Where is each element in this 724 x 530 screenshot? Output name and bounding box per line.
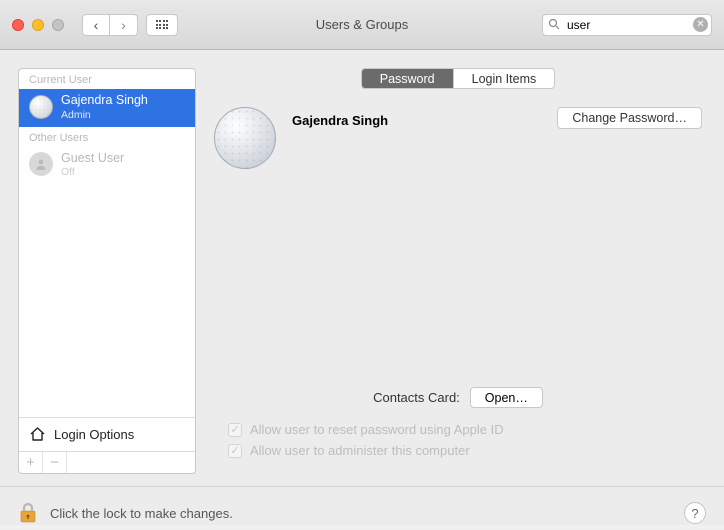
contacts-card-label: Contacts Card: [373, 390, 460, 405]
chevron-right-icon: › [121, 17, 126, 33]
preferences-window: ‹ › Users & Groups ✕ Current User [0, 0, 724, 525]
open-contacts-button[interactable]: Open… [470, 387, 543, 408]
user-name: Guest User [61, 151, 124, 167]
checkbox-allow-admin: ✓ [228, 444, 242, 458]
question-icon: ? [691, 506, 698, 521]
lower-options: Contacts Card: Open… ✓ Allow user to res… [210, 387, 706, 474]
home-icon [29, 426, 46, 443]
profile-name: Gajendra Singh [292, 107, 541, 128]
window-title: Users & Groups [316, 17, 408, 32]
user-role: Admin [61, 109, 148, 121]
tab-login-items[interactable]: Login Items [453, 69, 555, 88]
allow-reset-row: ✓ Allow user to reset password using App… [228, 422, 702, 437]
chevron-left-icon: ‹ [94, 17, 99, 33]
search-input[interactable] [542, 14, 712, 36]
user-sidebar: Current User Gajendra Singh Admin Other … [18, 68, 196, 474]
user-list: Current User Gajendra Singh Admin Other … [19, 69, 195, 417]
section-current-user: Current User [19, 69, 195, 89]
grid-icon [156, 20, 169, 29]
minimize-window-button[interactable] [32, 19, 44, 31]
search-wrap: ✕ [542, 14, 712, 36]
show-all-button[interactable] [146, 14, 178, 36]
profile-avatar[interactable] [214, 107, 276, 169]
user-info: Guest User Off [61, 151, 124, 179]
user-info: Gajendra Singh Admin [61, 93, 148, 121]
plus-icon: + [26, 454, 35, 471]
user-role: Off [61, 166, 124, 178]
back-button[interactable]: ‹ [82, 14, 110, 36]
content-area: Current User Gajendra Singh Admin Other … [0, 50, 724, 486]
main-panel: Password Login Items Gajendra Singh Chan… [210, 68, 706, 474]
lock-icon[interactable] [18, 501, 38, 525]
allow-admin-label: Allow user to administer this computer [250, 443, 470, 458]
forward-button[interactable]: › [110, 14, 138, 36]
remove-user-button: − [43, 452, 67, 473]
footer-text: Click the lock to make changes. [50, 506, 672, 521]
login-options-label: Login Options [54, 427, 134, 442]
nav-buttons: ‹ › [82, 14, 138, 36]
guest-avatar-icon [29, 152, 53, 176]
user-name: Gajendra Singh [61, 93, 148, 109]
footer: Click the lock to make changes. ? [0, 486, 724, 525]
contacts-card-row: Contacts Card: Open… [214, 387, 702, 408]
login-options-button[interactable]: Login Options [19, 417, 195, 451]
user-row-current[interactable]: Gajendra Singh Admin [19, 89, 195, 127]
add-user-button: + [19, 452, 43, 473]
avatar-icon [29, 95, 53, 119]
zoom-window-button [52, 19, 64, 31]
allow-admin-row: ✓ Allow user to administer this computer [228, 443, 702, 458]
allow-reset-label: Allow user to reset password using Apple… [250, 422, 504, 437]
close-window-button[interactable] [12, 19, 24, 31]
titlebar: ‹ › Users & Groups ✕ [0, 0, 724, 50]
section-other-users: Other Users [19, 127, 195, 147]
minus-icon: − [50, 454, 59, 471]
password-panel: Gajendra Singh Change Password… Contacts… [210, 101, 706, 474]
add-remove-bar: + − [19, 451, 195, 473]
user-row-guest[interactable]: Guest User Off [19, 147, 195, 185]
change-password-button[interactable]: Change Password… [557, 107, 702, 129]
window-controls [12, 19, 64, 31]
tab-bar: Password Login Items [210, 68, 706, 89]
tab-password[interactable]: Password [362, 69, 453, 88]
clear-search-button[interactable]: ✕ [693, 17, 708, 32]
search-icon [548, 18, 560, 33]
checkbox-allow-reset: ✓ [228, 423, 242, 437]
profile-area: Gajendra Singh Change Password… [210, 101, 706, 169]
help-button[interactable]: ? [684, 502, 706, 524]
